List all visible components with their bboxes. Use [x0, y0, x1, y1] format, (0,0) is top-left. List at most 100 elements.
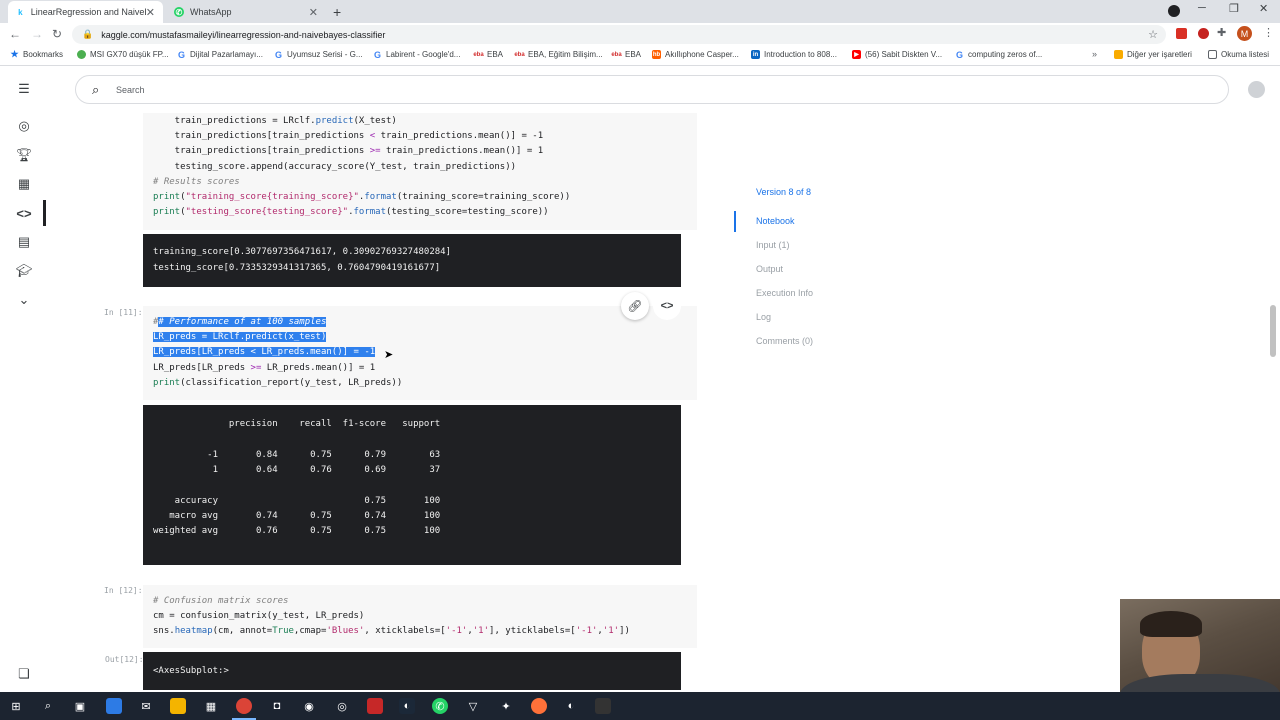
mail-icon[interactable]: ✉: [138, 698, 154, 714]
comments-icon[interactable]: ▤: [15, 233, 33, 251]
reading-list[interactable]: Okuma listesi: [1208, 50, 1269, 59]
extension-icon[interactable]: [1198, 28, 1209, 39]
media-icon[interactable]: [1168, 5, 1180, 17]
other-bookmarks-folder[interactable]: Diğer yer işaretleri: [1114, 50, 1192, 59]
kaggle-header: ⌕ Search: [0, 67, 1280, 113]
eba-icon: eba: [611, 51, 622, 58]
bookmark-star-icon[interactable]: ☆: [1148, 28, 1158, 41]
minimize-icon[interactable]: ─: [1198, 2, 1206, 14]
chevron-down-icon[interactable]: ⌄: [15, 291, 33, 309]
star-icon: ★: [10, 49, 19, 59]
app-icon[interactable]: ✦: [498, 698, 514, 714]
calculator-icon[interactable]: ▦: [203, 698, 219, 714]
app-icon[interactable]: [367, 698, 383, 714]
bookmark-item[interactable]: G Uyumsuz Serisi - G...: [274, 50, 363, 60]
google-icon: G: [955, 49, 963, 60]
search-placeholder: Search: [116, 84, 145, 95]
eba-icon: eba: [473, 51, 484, 58]
app-icon[interactable]: [106, 698, 122, 714]
search-input[interactable]: ⌕ Search: [75, 75, 1229, 104]
tab-title: WhatsApp: [190, 7, 232, 17]
new-tab-icon[interactable]: +: [333, 4, 341, 20]
chevron-more-icon[interactable]: »: [1092, 49, 1097, 59]
version-link[interactable]: Version 8 of 8: [756, 187, 811, 197]
graduation-cap-icon[interactable]: 🎓︎: [15, 262, 33, 280]
bookmark-item[interactable]: eba EBA: [473, 50, 503, 59]
nav-item-output[interactable]: Output: [756, 264, 783, 274]
nav-item-execution-info[interactable]: Execution Info: [756, 288, 813, 298]
link-icon[interactable]: 🔗︎: [621, 292, 649, 320]
bookmark-item[interactable]: hb Akıllıphone Casper...: [652, 50, 739, 59]
profile-avatar[interactable]: M: [1237, 26, 1252, 41]
bookmark-item[interactable]: eba EBA, Eğitim Bilişim...: [514, 50, 602, 59]
search-icon: ⌕: [92, 82, 100, 97]
file-explorer-icon[interactable]: [170, 698, 186, 714]
nav-item-comments[interactable]: Comments (0): [756, 336, 813, 346]
copy-icon[interactable]: ❏: [15, 665, 33, 683]
restore-icon[interactable]: ❐: [1229, 2, 1239, 15]
tab-linearregression[interactable]: k LinearRegression and NaiveBayes ✕: [8, 1, 163, 23]
chrome-icon[interactable]: [236, 698, 252, 714]
steam-icon[interactable]: ◐: [399, 698, 415, 714]
window-close-icon[interactable]: ✕: [1259, 2, 1268, 15]
user-avatar[interactable]: [1248, 81, 1265, 98]
output-line: precision recall f1-score support: [153, 419, 441, 429]
table-icon[interactable]: ▦: [15, 175, 33, 193]
code-line: testing_score.append(accuracy_score(Y_te…: [153, 162, 517, 172]
bookmark-item[interactable]: in Introduction to 808...: [751, 50, 837, 59]
reload-icon[interactable]: ↻: [52, 27, 62, 41]
code-cell[interactable]: train_predictions = LRclf.predict(X_test…: [143, 113, 697, 230]
code-toggle-icon[interactable]: <>: [653, 292, 681, 320]
code-icon[interactable]: <>: [15, 204, 33, 222]
output-line: macro avg 0.74 0.75 0.74 100: [153, 511, 441, 521]
forward-arrow-icon[interactable]: →: [31, 27, 43, 41]
close-icon[interactable]: ✕: [309, 6, 318, 19]
bookmark-item[interactable]: Gcomputing zeros of...: [955, 49, 1042, 60]
bookmark-item[interactable]: ★ Bookmarks: [10, 49, 63, 59]
tab-whatsapp[interactable]: ✆ WhatsApp ✕: [166, 1, 326, 23]
nav-item-input[interactable]: Input (1): [756, 240, 790, 250]
code-line: train_predictions[train_predictions >= t…: [153, 146, 544, 156]
scrollbar-thumb[interactable]: [1270, 305, 1276, 357]
mouse-cursor-icon: ➤: [384, 349, 394, 361]
windows-start-icon[interactable]: ⊞: [8, 698, 24, 714]
bookmark-item[interactable]: ▶ (56) Sabit Diskten V...: [852, 50, 942, 59]
back-arrow-icon[interactable]: ←: [9, 27, 21, 41]
trophy-icon[interactable]: 🏆︎: [15, 146, 33, 164]
windows-taskbar: ⊞ ⌕ ▣ ✉ ▦ ◘ ◉ ◎ ◐ ✆ ▽ ✦ ◐: [0, 692, 1280, 720]
cell-output: <AxesSubplot:>: [143, 652, 681, 690]
bookmark-item[interactable]: G Dijital Pazarlamayı...: [177, 50, 263, 60]
code-cell[interactable]: # Confusion matrix scores cm = confusion…: [143, 585, 697, 648]
output-line: accuracy 0.75 100: [153, 496, 441, 506]
steam-icon[interactable]: ◐: [563, 698, 579, 714]
code-comment-selected: ## Performance of at 100 samples: [153, 317, 327, 327]
nav-item-log[interactable]: Log: [756, 312, 771, 322]
compass-icon[interactable]: ◎: [15, 117, 33, 135]
browser-tab-bar: k LinearRegression and NaiveBayes ✕ ✆ Wh…: [0, 0, 1280, 23]
terminal-icon[interactable]: [595, 698, 611, 714]
close-icon[interactable]: ✕: [146, 6, 155, 19]
app-icon[interactable]: ◘: [269, 698, 285, 714]
bookmark-item[interactable]: G Labirent - Google'd...: [373, 50, 460, 60]
puzzle-icon[interactable]: ✚: [1217, 26, 1226, 39]
url-input[interactable]: 🔒 kaggle.com/mustafasmaileyi/linearregre…: [72, 25, 1166, 44]
bookmark-item[interactable]: eba EBA: [611, 50, 641, 59]
code-comment: # Confusion matrix scores: [153, 596, 289, 606]
cell-prompt: Out[12]:: [105, 655, 144, 664]
app-icon[interactable]: ▽: [465, 698, 481, 714]
search-icon[interactable]: ⌕: [40, 698, 56, 714]
hamburger-menu-icon[interactable]: ☰: [15, 80, 33, 98]
reading-list-icon: [1208, 50, 1217, 59]
task-view-icon[interactable]: ▣: [72, 698, 88, 714]
discord-icon[interactable]: ◉: [301, 698, 317, 714]
extension-icon[interactable]: [1176, 28, 1187, 39]
firefox-icon[interactable]: [531, 698, 547, 714]
cell-prompt: In [12]:: [104, 586, 143, 595]
code-cell[interactable]: ## Performance of at 100 samples LR_pred…: [143, 292, 697, 400]
nav-item-notebook[interactable]: Notebook: [756, 216, 795, 226]
whatsapp-icon[interactable]: ✆: [432, 698, 448, 714]
url-text: kaggle.com/mustafasmaileyi/linearregress…: [101, 29, 386, 40]
kebab-menu-icon[interactable]: ⋮: [1263, 26, 1274, 39]
app-icon[interactable]: ◎: [334, 698, 350, 714]
bookmark-item[interactable]: MSI GX70 düşük FP...: [77, 50, 169, 59]
